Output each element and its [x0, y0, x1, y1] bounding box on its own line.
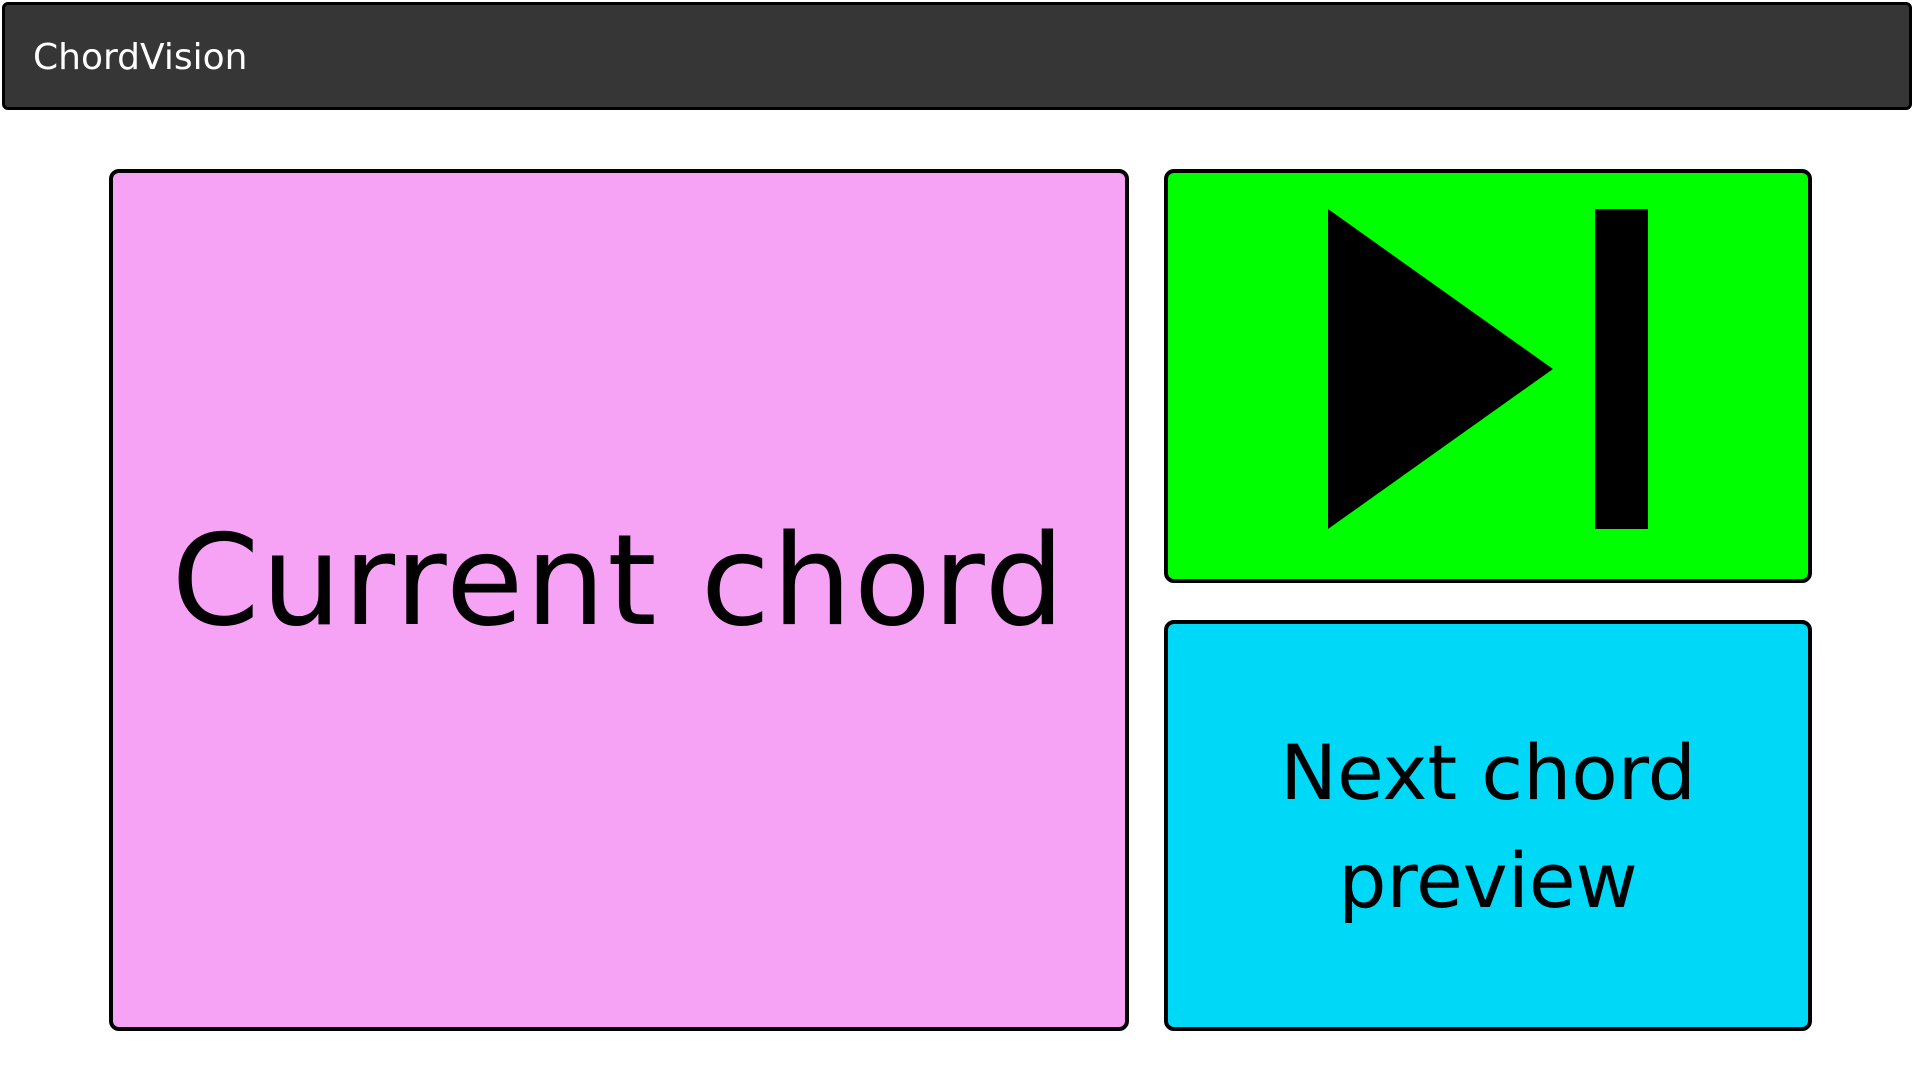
app-title: ChordVision: [33, 36, 248, 78]
next-chord-label: Next chord preview: [1280, 727, 1696, 925]
skip-next-button[interactable]: [1164, 169, 1812, 583]
title-bar: ChordVision: [2, 2, 1912, 110]
current-chord-label: Current chord: [171, 506, 1067, 654]
next-chord-panel: Next chord preview: [1164, 620, 1812, 1031]
skip-bar: [1595, 209, 1648, 529]
skip-next-icon: [1328, 209, 1648, 529]
play-triangle: [1328, 209, 1553, 529]
current-chord-panel: Current chord: [109, 169, 1129, 1031]
